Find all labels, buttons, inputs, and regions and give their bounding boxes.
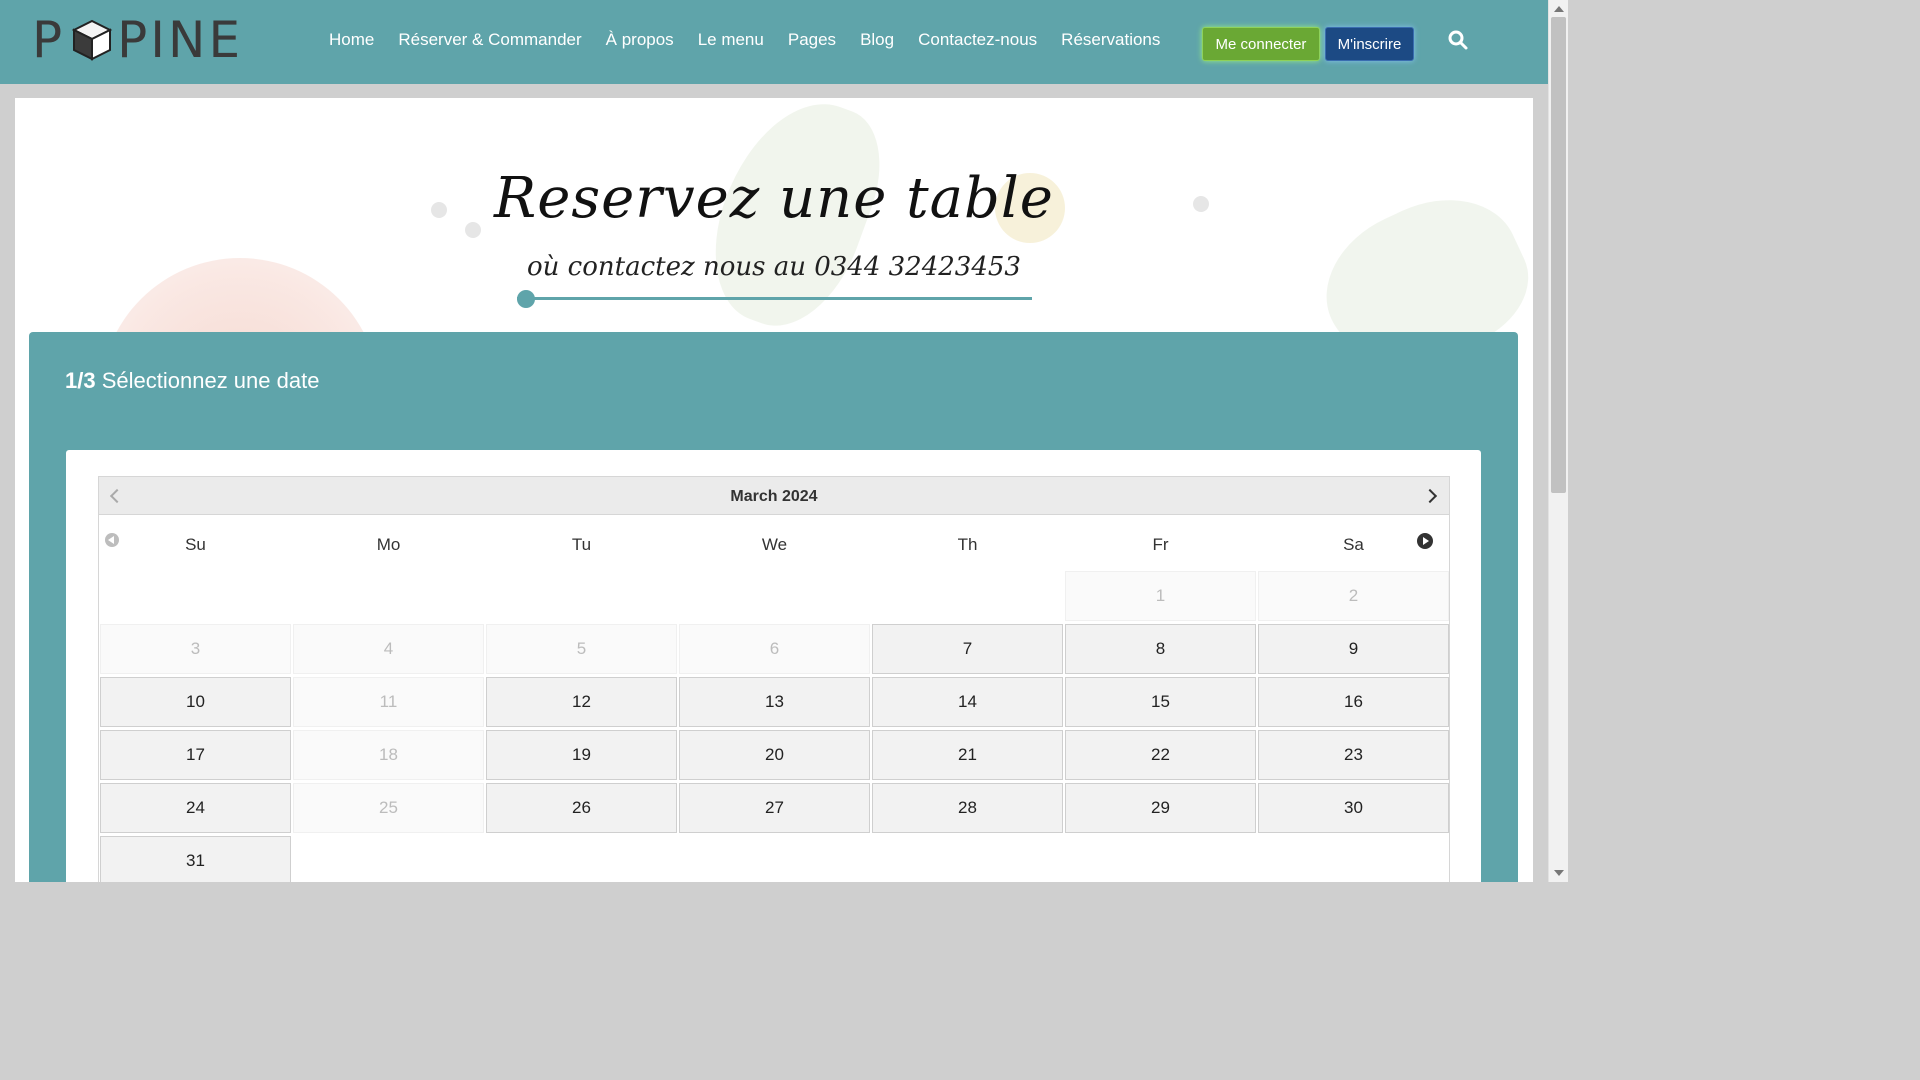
calendar-day-13[interactable]: 13 [679, 677, 870, 727]
weekday-we: We [761, 535, 788, 554]
calendar-day-14[interactable]: 14 [872, 677, 1063, 727]
step-heading: 1/3 Sélectionnez une date [65, 368, 319, 394]
calendar-day-27[interactable]: 27 [679, 783, 870, 833]
page-content: Reservez une table où contactez nous au … [15, 98, 1533, 882]
scroll-thumb[interactable] [1551, 17, 1566, 493]
calendar-day-24[interactable]: 24 [100, 783, 291, 833]
calendar-day-12[interactable]: 12 [486, 677, 677, 727]
weekday-fr: Fr [1152, 535, 1169, 554]
scroll-up-arrow-icon[interactable] [1554, 6, 1564, 12]
nav-blog[interactable]: Blog [860, 30, 894, 50]
calendar-day-21[interactable]: 21 [872, 730, 1063, 780]
weekday-tu: Tu [571, 535, 592, 554]
title-divider [517, 297, 1032, 300]
calendar-day-31[interactable]: 31 [100, 836, 291, 882]
calendar-day-18: 18 [293, 730, 484, 780]
calendar-day-8[interactable]: 8 [1065, 624, 1256, 674]
logo-letters-pine: PINE [117, 11, 244, 69]
page-title: Reservez une table [494, 166, 1054, 231]
calendar-day-3: 3 [100, 624, 291, 674]
scroll-down-arrow-icon[interactable] [1554, 870, 1564, 876]
calendar-day-7[interactable]: 7 [872, 624, 1063, 674]
calendar-day-17[interactable]: 17 [100, 730, 291, 780]
calendar-day-28[interactable]: 28 [872, 783, 1063, 833]
weekday-th: Th [957, 535, 978, 554]
reservation-panel: 1/3 Sélectionnez une date March 2024 Su … [29, 332, 1518, 882]
step-label: Sélectionnez une date [101, 368, 320, 393]
login-button[interactable]: Me connecter [1202, 27, 1320, 61]
main-nav: Home Réserver & Commander À propos Le me… [317, 30, 1172, 50]
site-logo[interactable]: P PINE [32, 11, 243, 69]
nav-contactez-nous[interactable]: Contactez-nous [918, 30, 1037, 50]
calendar-day-20[interactable]: 20 [679, 730, 870, 780]
calendar-day-6: 6 [679, 624, 870, 674]
calendar-header: March 2024 [99, 477, 1449, 515]
nav-home[interactable]: Home [329, 30, 374, 50]
calendar-day-29[interactable]: 29 [1065, 783, 1256, 833]
calendar-month-title: March 2024 [730, 488, 818, 505]
nav-a-propos[interactable]: À propos [606, 30, 674, 50]
cube-logo-icon [71, 19, 113, 61]
nav-reservations[interactable]: Réservations [1061, 30, 1160, 50]
signup-button[interactable]: M'inscrire [1325, 27, 1414, 61]
weekday-sa: Sa [1343, 535, 1364, 554]
calendar-day-4: 4 [293, 624, 484, 674]
calendar-day-11: 11 [293, 677, 484, 727]
date-picker-calendar: March 2024 Su Mo Tu We Th Fr Sa 12345678… [98, 476, 1450, 882]
page-scrollbar[interactable] [1548, 0, 1568, 882]
divider-dot-icon [517, 290, 535, 308]
weekday-su: Su [185, 535, 206, 554]
search-icon[interactable] [1447, 29, 1469, 51]
calendar-day-25: 25 [293, 783, 484, 833]
calendar-day-23[interactable]: 23 [1258, 730, 1449, 780]
calendar-day-19[interactable]: 19 [486, 730, 677, 780]
calendar-day-26[interactable]: 26 [486, 783, 677, 833]
nav-pages[interactable]: Pages [788, 30, 836, 50]
calendar-day-1: 1 [1065, 571, 1256, 621]
nav-reserver-commander[interactable]: Réserver & Commander [398, 30, 581, 50]
calendar-day-9[interactable]: 9 [1258, 624, 1449, 674]
nav-le-menu[interactable]: Le menu [698, 30, 764, 50]
calendar-day-10[interactable]: 10 [100, 677, 291, 727]
logo-letter-p: P [32, 11, 66, 69]
calendar-day-2: 2 [1258, 571, 1449, 621]
calendar-day-5: 5 [486, 624, 677, 674]
calendar-day-15[interactable]: 15 [1065, 677, 1256, 727]
step-number: 1/3 [65, 368, 96, 393]
weekday-mo: Mo [376, 535, 401, 554]
calendar-day-22[interactable]: 22 [1065, 730, 1256, 780]
calendar-card: March 2024 Su Mo Tu We Th Fr Sa 12345678… [66, 450, 1481, 882]
top-navbar: P PINE Home Réserver & Commander À propo… [0, 0, 1548, 84]
calendar-day-16[interactable]: 16 [1258, 677, 1449, 727]
contact-subtitle: où contactez nous au 0344 32423453 [527, 252, 1021, 282]
calendar-day-30[interactable]: 30 [1258, 783, 1449, 833]
